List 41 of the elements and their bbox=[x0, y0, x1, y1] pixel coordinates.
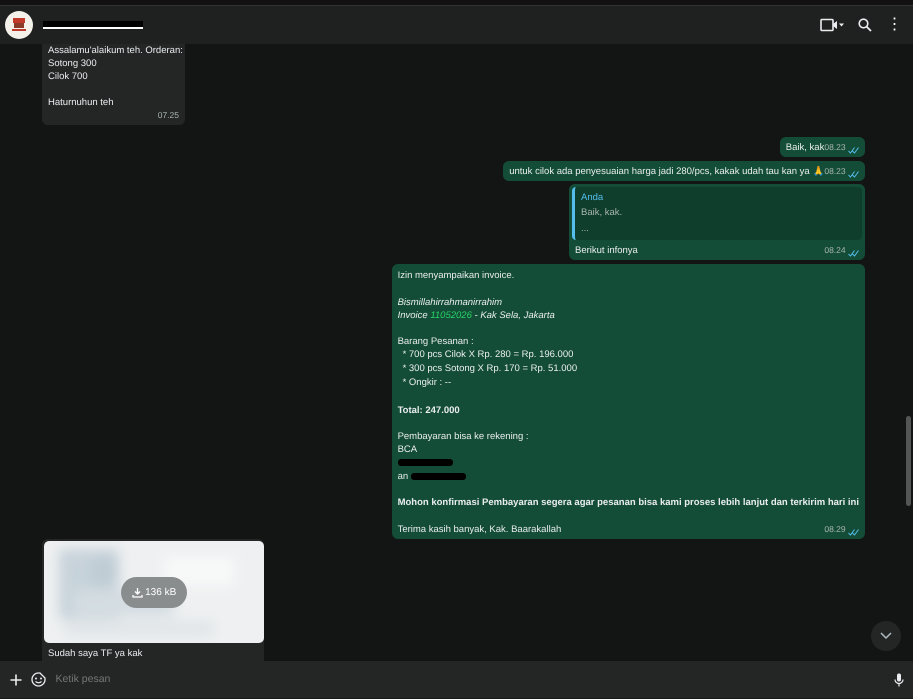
quoted-message[interactable]: Anda Baik, kak. ... bbox=[572, 187, 862, 240]
list-item: * Ongkir : -- bbox=[402, 376, 452, 390]
quote-text: ... bbox=[581, 222, 590, 236]
message-composer[interactable]: Ketik pesan bbox=[0, 661, 913, 698]
message-text: BCA bbox=[398, 443, 418, 456]
message-input[interactable]: Ketik pesan bbox=[56, 672, 884, 688]
scrollbar-thumb[interactable] bbox=[906, 416, 911, 506]
download-icon bbox=[132, 586, 143, 598]
message-text: Terima kasih banyak, Kak. Baarakallah bbox=[398, 522, 562, 536]
message-time: 08.24 bbox=[824, 244, 846, 257]
quote-text: Baik, kak. bbox=[581, 206, 624, 220]
message-time: 07.25 bbox=[158, 109, 179, 122]
sticker-icon[interactable] bbox=[31, 672, 46, 687]
message-text: Izin menyampaikan invoice. bbox=[398, 269, 516, 282]
message-text: Barang Pesanan : bbox=[398, 335, 475, 348]
message-text: Baik, kak bbox=[786, 141, 824, 154]
message-text: Invoice 11052026 - Kak Sela, Jakarta bbox=[398, 308, 556, 322]
plus-icon[interactable] bbox=[10, 674, 22, 686]
quote-author: Anda bbox=[581, 191, 604, 204]
message-text: Pembayaran bisa ke rekening : bbox=[398, 430, 530, 443]
message-time: 08.23 bbox=[824, 141, 846, 154]
avatar-icon[interactable] bbox=[4, 11, 33, 39]
redaction-mark bbox=[398, 458, 453, 466]
menu-button[interactable]: ⋮ bbox=[886, 17, 902, 33]
message-text: untuk cilok ada penyesuaian harga jadi 280/pcs, kakak udah tau kan ya 🙏 bbox=[509, 165, 824, 178]
message-time: 08.23 bbox=[824, 165, 846, 178]
video-call-icon[interactable] bbox=[820, 18, 844, 32]
search-icon[interactable] bbox=[858, 18, 872, 32]
message-text: Mohon konfirmasi Pembayaran segera agar pesanan bisa kami proses lebih lanjut dan terkirim hari ini bbox=[398, 496, 859, 509]
image-caption: Sudah saya TF ya kak bbox=[48, 646, 144, 660]
list-item: * 700 pcs Cilok X Rp. 280 = Rp. 196.000 bbox=[402, 348, 574, 362]
message-text: Haturnuhun teh bbox=[48, 96, 114, 109]
message-text: an bbox=[398, 470, 408, 482]
microphone-icon[interactable] bbox=[894, 672, 904, 686]
message-text: Berikut infonya bbox=[575, 244, 638, 257]
scroll-down-button[interactable] bbox=[871, 621, 901, 651]
message-text: Bismillahirrahmanirrahim bbox=[398, 296, 504, 308]
chevron-down-icon bbox=[880, 632, 892, 639]
message-text: Total: 247.000 bbox=[398, 404, 461, 416]
message-time: 08.29 bbox=[824, 522, 846, 536]
list-item: * 300 pcs Sotong X Rp. 170 = Rp. 51.000 bbox=[402, 362, 578, 376]
